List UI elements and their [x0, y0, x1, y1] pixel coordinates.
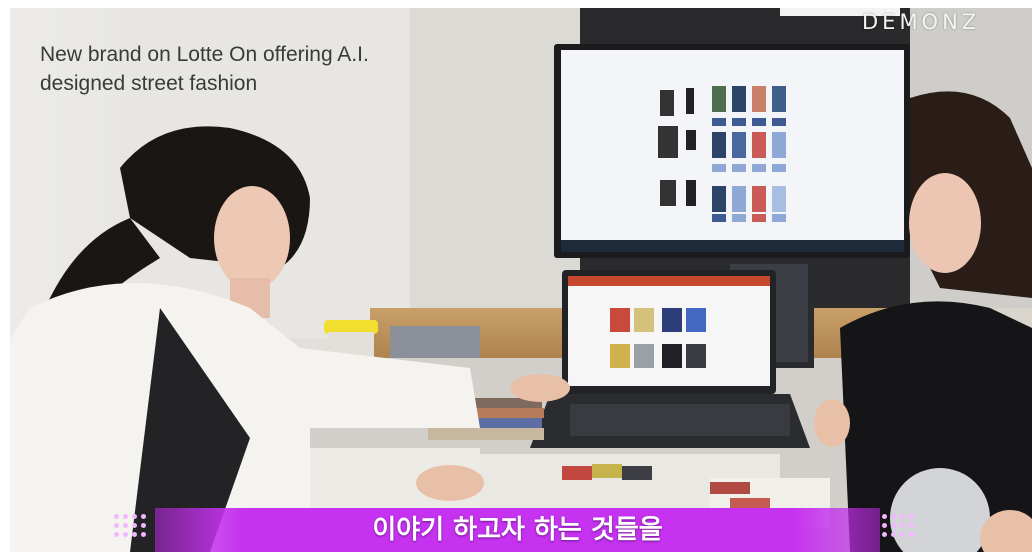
- video-frame: New brand on Lotte On offering A.I. desi…: [0, 0, 1032, 552]
- subtitle-dots-right-icon: [880, 512, 920, 542]
- subtitle-dots-left-icon: [112, 512, 152, 542]
- subtitle-text: 이야기 하고자 하는 것들을: [372, 515, 663, 545]
- video-caption: New brand on Lotte On offering A.I. desi…: [40, 43, 369, 95]
- channel-logo: DEMONZ: [862, 10, 981, 34]
